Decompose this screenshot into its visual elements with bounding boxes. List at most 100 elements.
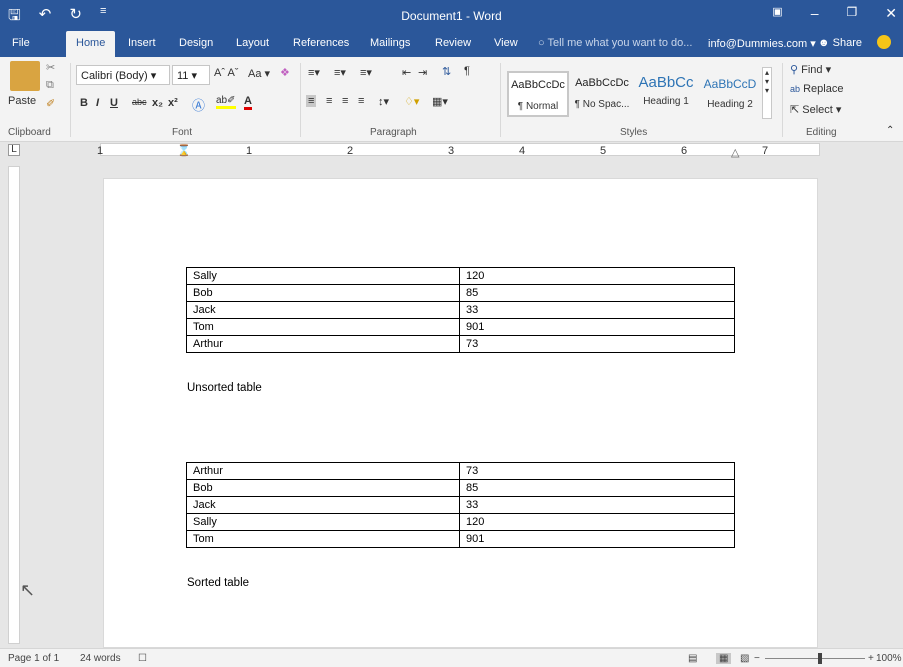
align-right-icon[interactable]: ≡ — [342, 95, 348, 107]
table-cell[interactable]: Arthur — [186, 462, 460, 480]
align-left-icon[interactable]: ≡ — [306, 95, 317, 107]
bullets-icon[interactable]: ≡▾ — [308, 66, 320, 79]
change-case-button[interactable]: Aa ▾ — [248, 67, 270, 80]
tell-me-search[interactable]: ○ Tell me what you want to do... — [538, 37, 692, 49]
table-cell[interactable]: Tom — [186, 530, 460, 548]
multilevel-list-icon[interactable]: ≡▾ — [360, 66, 372, 79]
vertical-ruler[interactable] — [8, 166, 20, 644]
select-button[interactable]: ⇱ Select ▾ — [790, 103, 841, 116]
account-menu[interactable]: info@Dummies.com ▾ — [708, 37, 816, 50]
tab-design[interactable]: Design — [179, 37, 213, 49]
tab-view[interactable]: View — [494, 37, 518, 49]
style-normal[interactable]: AaBbCcDc ¶ Normal — [507, 71, 569, 117]
restore-button[interactable]: ❐ — [847, 5, 858, 22]
style-heading-1[interactable]: AaBbCc Heading 1 — [635, 71, 697, 117]
justify-icon[interactable]: ≡ — [358, 95, 364, 107]
zoom-out-button[interactable]: − — [754, 653, 760, 664]
table-cell[interactable]: Arthur — [186, 335, 460, 353]
ribbon-display-options-icon[interactable]: ▣ — [772, 5, 782, 22]
table-cell[interactable]: 85 — [459, 284, 735, 302]
text-effects-icon[interactable]: Ⓐ — [192, 95, 205, 114]
increase-indent-icon[interactable]: ⇥ — [418, 66, 427, 79]
shading-icon[interactable]: ♢▾ — [404, 95, 419, 108]
replace-button[interactable]: ab Replace — [790, 83, 843, 95]
line-spacing-icon[interactable]: ↕▾ — [378, 95, 389, 108]
table-cell[interactable]: 73 — [459, 335, 735, 353]
table-cell[interactable]: Sally — [186, 267, 460, 285]
tab-mailings[interactable]: Mailings — [370, 37, 410, 49]
highlight-color-icon[interactable]: ab✐ — [216, 95, 236, 109]
styles-scroll-icon[interactable]: ▴ ▾ ▾ — [762, 67, 772, 119]
table-cell[interactable]: Sally — [186, 513, 460, 531]
word-count[interactable]: 24 words — [80, 653, 121, 664]
table-cell[interactable]: 901 — [459, 318, 735, 336]
strikethrough-button[interactable]: abc — [132, 97, 147, 107]
table-cell[interactable]: Bob — [186, 284, 460, 302]
sort-icon[interactable]: ⇅ — [442, 65, 451, 78]
tab-file[interactable]: File — [12, 37, 30, 49]
zoom-in-button[interactable]: + — [868, 653, 874, 664]
read-mode-icon[interactable]: ▤ — [688, 653, 697, 664]
show-formatting-marks-icon[interactable]: ¶ — [464, 65, 470, 77]
font-size-combo[interactable]: 11 ▾ — [172, 65, 210, 85]
format-painter-icon[interactable]: ✐ — [46, 97, 55, 110]
zoom-level[interactable]: 100% — [876, 653, 902, 664]
paste-button[interactable]: Paste — [8, 95, 36, 107]
smiley-feedback-icon[interactable] — [877, 35, 891, 49]
italic-button[interactable]: I — [96, 97, 99, 109]
grow-font-icon[interactable]: Aˆ Aˇ — [214, 67, 238, 79]
zoom-slider-thumb[interactable] — [818, 653, 822, 664]
zoom-slider[interactable] — [765, 658, 865, 659]
unsorted-table[interactable]: Sally 120 Bob 85 Jack 33 Tom 901 Arthur 73 — [186, 267, 735, 353]
cut-icon[interactable]: ✂ — [46, 61, 55, 74]
horizontal-ruler[interactable]: 1 1 2 3 4 5 6 7 ⌛ △ — [97, 143, 820, 159]
find-button[interactable]: ⚲ Find ▾ — [790, 63, 831, 76]
style-no-spacing[interactable]: AaBbCcDc ¶ No Spac... — [571, 71, 633, 117]
decrease-indent-icon[interactable]: ⇤ — [402, 66, 411, 79]
sorted-caption[interactable]: Sorted table — [187, 577, 249, 589]
table-cell[interactable]: Jack — [186, 301, 460, 319]
sorted-table[interactable]: Arthur 73 Bob 85 Jack 33 Sally 120 Tom 901 — [186, 462, 735, 548]
web-layout-icon[interactable]: ▧ — [740, 653, 749, 664]
style-heading-2[interactable]: AaBbCcD Heading 2 — [699, 71, 761, 117]
font-color-icon[interactable]: A — [244, 95, 252, 110]
table-cell[interactable]: 120 — [459, 267, 735, 285]
table-cell[interactable]: Bob — [186, 479, 460, 497]
copy-icon[interactable]: ⧉ — [46, 79, 54, 92]
unsorted-caption[interactable]: Unsorted table — [187, 382, 262, 394]
table-cell[interactable]: 85 — [459, 479, 735, 497]
tab-selector-icon[interactable]: L — [8, 144, 20, 156]
share-button[interactable]: ☻ Share — [818, 37, 862, 49]
paste-icon[interactable] — [10, 61, 40, 91]
bold-button[interactable]: B — [80, 97, 88, 109]
font-name-combo[interactable]: Calibri (Body) ▾ — [76, 65, 170, 85]
table-cell[interactable]: 33 — [459, 496, 735, 514]
tab-review[interactable]: Review — [435, 37, 471, 49]
proofing-icon[interactable]: ☐ — [138, 653, 147, 664]
table-cell[interactable]: Jack — [186, 496, 460, 514]
tab-home[interactable]: Home — [66, 31, 116, 57]
numbering-icon[interactable]: ≡▾ — [334, 66, 346, 79]
tab-references[interactable]: References — [293, 37, 349, 49]
print-layout-icon[interactable]: ▦ — [716, 653, 732, 664]
table-cell[interactable]: 901 — [459, 530, 735, 548]
right-indent-marker-icon[interactable]: △ — [731, 146, 739, 159]
underline-button[interactable]: U — [110, 97, 118, 109]
table-cell[interactable]: 73 — [459, 462, 735, 480]
document-page[interactable]: Sally 120 Bob 85 Jack 33 Tom 901 Arthur 73 Un… — [103, 178, 818, 648]
minimize-button[interactable]: – — [811, 5, 819, 22]
page-count[interactable]: Page 1 of 1 — [8, 653, 59, 664]
collapse-ribbon-icon[interactable]: ⌃ — [886, 125, 894, 136]
borders-icon[interactable]: ▦▾ — [432, 95, 448, 108]
tab-insert[interactable]: Insert — [128, 37, 156, 49]
align-center-icon[interactable]: ≡ — [326, 95, 332, 107]
indent-marker-icon[interactable]: ⌛ — [177, 144, 191, 157]
table-cell[interactable]: Tom — [186, 318, 460, 336]
superscript-button[interactable]: x² — [168, 97, 178, 109]
close-button[interactable]: ✕ — [885, 5, 897, 22]
clear-formatting-icon[interactable]: ❖ — [280, 66, 290, 79]
table-cell[interactable]: 120 — [459, 513, 735, 531]
tab-layout[interactable]: Layout — [236, 37, 269, 49]
subscript-button[interactable]: x₂ — [152, 97, 163, 109]
table-cell[interactable]: 33 — [459, 301, 735, 319]
